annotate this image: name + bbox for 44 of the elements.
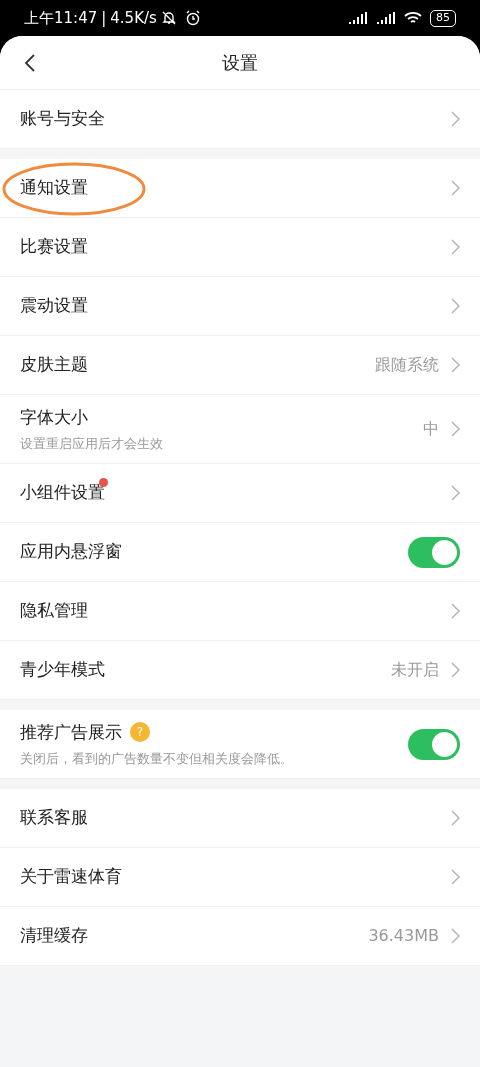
setting-label: 皮肤主题 — [20, 354, 88, 375]
setting-label: 推荐广告展示 — [20, 721, 122, 742]
chevron-right-icon — [451, 111, 460, 127]
setting-label: 清理缓存 — [20, 925, 88, 946]
setting-value: 中 — [423, 418, 439, 440]
setting-value: 36.43MB — [368, 925, 439, 947]
chevron-right-icon — [451, 421, 460, 437]
chevron-right-icon — [451, 603, 460, 619]
setting-value: 跟随系统 — [375, 354, 439, 376]
setting-value: 未开启 — [391, 659, 439, 681]
setting-description: 关闭后，看到的广告数量不变但相关度会降低。 — [20, 750, 294, 768]
chevron-right-icon — [451, 357, 460, 373]
chevron-right-icon — [451, 928, 460, 944]
chevron-right-icon — [451, 485, 460, 501]
setting-label: 隐私管理 — [20, 600, 88, 621]
chevron-right-icon — [451, 180, 460, 196]
setting-description: 设置重启应用后才会生效 — [20, 435, 164, 453]
network-speed: 4.5K/s — [110, 7, 157, 29]
chevron-right-icon — [451, 810, 460, 826]
alarm-icon — [184, 10, 201, 26]
chevron-right-icon — [451, 869, 460, 885]
toggle-switch[interactable] — [408, 728, 460, 760]
wifi-icon — [404, 11, 422, 25]
chevron-right-icon — [451, 239, 460, 255]
setting-label: 震动设置 — [20, 295, 88, 316]
setting-label: 青少年模式 — [20, 659, 105, 680]
chevron-right-icon — [451, 298, 460, 314]
signal-icon — [348, 11, 368, 25]
bell-off-icon — [160, 10, 177, 26]
battery-indicator: 85 — [430, 9, 456, 27]
help-badge[interactable]: ? — [130, 722, 150, 743]
status-time: 上午11:47 — [24, 7, 98, 29]
setting-label: 通知设置 — [20, 177, 88, 198]
setting-label: 账号与安全 — [20, 108, 105, 129]
page-title: 设置 — [222, 51, 258, 75]
chevron-right-icon — [451, 662, 460, 678]
setting-label: 字体大小 — [20, 406, 88, 427]
toggle-switch[interactable] — [408, 536, 460, 568]
setting-label: 比赛设置 — [20, 236, 88, 257]
setting-label: 应用内悬浮窗 — [20, 541, 122, 562]
setting-label: 联系客服 — [20, 807, 88, 828]
status-separator: | — [101, 7, 107, 29]
signal-icon — [376, 11, 396, 25]
setting-label: 关于雷速体育 — [20, 866, 122, 887]
